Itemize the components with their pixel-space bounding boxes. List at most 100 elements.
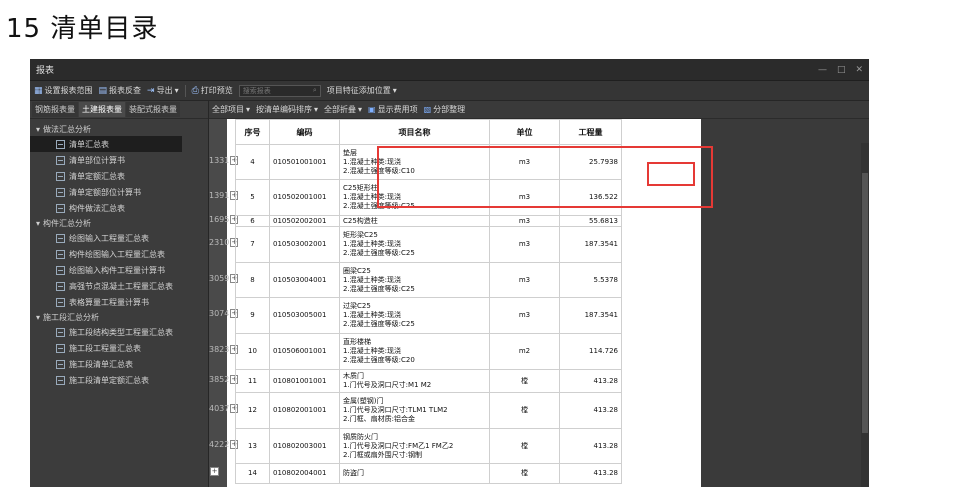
report-lookup-button[interactable]: ▤ 报表反查	[99, 85, 142, 96]
seq-cell: 14	[235, 463, 270, 484]
row-number-label: 3852	[209, 374, 230, 384]
tree-item[interactable]: 施工段工程量汇总表	[30, 340, 208, 356]
tree-item[interactable]: 施工段清单定额汇总表	[30, 372, 208, 388]
unit-cell: 樘	[489, 428, 560, 464]
collapse-icon[interactable]: ▾	[36, 125, 40, 134]
report-icon	[56, 233, 65, 243]
unit-cell: m3	[489, 297, 560, 334]
minimize-icon[interactable]: —	[818, 65, 827, 75]
report-icon	[56, 359, 65, 369]
report-search-box[interactable]: ⌕	[238, 84, 321, 97]
table-row[interactable]: 6 010502002001 C25构造柱 m3 55.6813	[235, 215, 622, 227]
report-icon	[56, 249, 65, 259]
table-row[interactable]: 10 010506001001 直形楼梯 1.混凝土种类:现浇 2.混凝土强度等级:C2…	[235, 333, 622, 370]
chevron-down-icon: ▾	[358, 105, 363, 114]
close-icon[interactable]: ✕	[855, 65, 863, 75]
name-cell: C25矩形柱 1.混凝土种类:现浇 2.混凝土强度等级:C25	[339, 179, 490, 216]
collapse-icon[interactable]: ▾	[36, 313, 40, 322]
expand-icon[interactable]: +	[210, 467, 219, 476]
window-controls: — □ ✕	[818, 65, 863, 75]
set-report-range-button[interactable]: ▦ 设置报表范围	[34, 85, 93, 96]
row-number-label: 1391	[209, 191, 230, 200]
row-number: 4222 +	[209, 439, 239, 449]
item-name-title: C25构造柱	[343, 216, 378, 225]
tree-item[interactable]: 构件做法汇总表	[30, 200, 208, 216]
export-button[interactable]: ⇥ 导出 ▾	[147, 85, 179, 96]
table-row[interactable]: 5 010502001001 C25矩形柱 1.混凝土种类:现浇 2.混凝土强度等级:C…	[235, 179, 622, 216]
section-organize-button[interactable]: ▧ 分部整理	[424, 104, 466, 115]
tree-item[interactable]: 施工段结构类型工程量汇总表	[30, 324, 208, 340]
chevron-down-icon: ▾	[392, 86, 397, 95]
code-cell: 010801001001	[269, 369, 340, 393]
row-number-label: 2310	[209, 238, 230, 247]
table-row[interactable]: 8 010503004001 圈梁C25 1.混凝土种类:现浇 2.混凝土强度等级:C2…	[235, 262, 622, 298]
collapse-all-dropdown[interactable]: 全部折叠 ▾	[324, 104, 362, 115]
seq-cell: 4	[235, 144, 270, 180]
tree-item[interactable]: 高强节点混凝土工程量汇总表	[30, 278, 208, 294]
table-row[interactable]: 13 010802003001 钢质防火门 1.门代号及洞口尺寸:FM乙1 FM乙2 2…	[235, 428, 622, 464]
collapse-icon[interactable]: ▾	[36, 219, 40, 228]
print-preview-button[interactable]: ⎙ 打印预览	[192, 85, 233, 96]
column-header-name[interactable]: 项目名称	[339, 119, 490, 145]
name-cell: 矩形梁C25 1.混凝土种类:现浇 2.混凝土强度等级:C25	[339, 226, 490, 263]
search-icon[interactable]: ⌕	[313, 86, 317, 95]
column-header-qty[interactable]: 工程量	[559, 119, 622, 145]
tree-item[interactable]: 构件绘图输入工程量汇总表	[30, 246, 208, 262]
project-features-position-button[interactable]: 项目特征添加位置 ▾	[327, 85, 397, 96]
table-row[interactable]: 11 010801001001 木质门 1.门代号及洞口尺寸:M1 M2 樘 413.28	[235, 369, 622, 393]
table-row[interactable]: 12 010802001001 金属(塑钢)门 1.门代号及洞口尺寸:TLM1 TLM…	[235, 392, 622, 429]
tree-item[interactable]: 清单部位计算书	[30, 152, 208, 168]
table-row[interactable]: 14 010802004001 防盗门 樘 413.28	[235, 463, 622, 484]
report-subtoolbar: 全部项目 ▾ 按清单编码排序 ▾ 全部折叠 ▾ ▣ 显示费用项 ▧ 分部整理	[209, 101, 869, 119]
code-cell: 010502001001	[269, 179, 340, 216]
scrollbar-thumb[interactable]	[862, 173, 868, 433]
tree-item[interactable]: 施工段清单汇总表	[30, 356, 208, 372]
toolbar-divider	[184, 84, 186, 97]
name-cell: 圈梁C25 1.混凝土种类:现浇 2.混凝土强度等级:C25	[339, 262, 490, 298]
tree-group-method-summary[interactable]: ▾ 做法汇总分析	[30, 122, 208, 136]
tab-civil-report[interactable]: 土建报表量	[79, 102, 125, 117]
chevron-down-icon: ▾	[174, 86, 179, 95]
code-cell: 010501001001	[269, 144, 340, 180]
column-header-seq[interactable]: 序号	[235, 119, 270, 145]
row-number: 3074 +	[209, 309, 239, 318]
code-cell: 010503004001	[269, 262, 340, 298]
quantity-cell: 413.28	[559, 428, 622, 464]
table-header-row: 序号 编码 项目名称 单位 工程量	[235, 119, 622, 145]
tree-item[interactable]: 表格算量工程量计算书	[30, 294, 208, 310]
table-row[interactable]: 9 010503005001 过梁C25 1.混凝土种类:现浇 2.混凝土强度等级:C2…	[235, 297, 622, 334]
lookup-icon: ▤	[98, 85, 108, 96]
report-search-input[interactable]	[242, 86, 303, 95]
chevron-down-icon: ▾	[314, 105, 319, 114]
table-row[interactable]: 7 010503002001 矩形梁C25 1.混凝土种类:现浇 2.混凝土强度等级:C…	[235, 226, 622, 263]
report-icon	[56, 281, 65, 291]
row-number: 1391 +	[209, 191, 239, 200]
tree-item[interactable]: 清单定额汇总表	[30, 168, 208, 184]
sort-by-code-dropdown[interactable]: 按清单编码排序 ▾	[256, 104, 318, 115]
tree-item[interactable]: 清单定额部位计算书	[30, 184, 208, 200]
item-feature-line: 1.混凝土种类:现浇	[343, 240, 402, 248]
item-feature-line: 1.门代号及洞口尺寸:TLM1 TLM2	[343, 406, 448, 414]
export-icon: ⇥	[147, 85, 155, 96]
seq-cell: 5	[235, 179, 270, 216]
all-items-dropdown[interactable]: 全部项目 ▾	[212, 104, 250, 115]
column-header-unit[interactable]: 单位	[489, 119, 560, 145]
item-feature-line: 2.门框、扇材质:铝合金	[343, 415, 416, 423]
column-header-code[interactable]: 编码	[269, 119, 340, 145]
vertical-scrollbar[interactable]	[861, 143, 869, 487]
table-row[interactable]: 4 010501001001 垫层 1.混凝土种类:现浇 2.混凝土强度等级:C10 m3…	[235, 144, 622, 180]
tree-group-section-summary[interactable]: ▾ 施工段汇总分析	[30, 310, 208, 324]
tree-group-component-summary[interactable]: ▾ 构件汇总分析	[30, 216, 208, 230]
window-titlebar: 报表 — □ ✕	[30, 59, 869, 81]
tree-item[interactable]: 绘图输入工程量汇总表	[30, 230, 208, 246]
tree-item-bill-summary[interactable]: 清单汇总表	[30, 136, 182, 152]
tab-prefab-report[interactable]: 装配式报表量	[126, 102, 180, 117]
tree-item[interactable]: 绘图输入构件工程量计算书	[30, 262, 208, 278]
item-name-title: 钢质防火门	[343, 432, 378, 441]
item-feature-line: 1.混凝土种类:现浇	[343, 311, 402, 319]
show-fee-items-button[interactable]: ▣ 显示费用项	[368, 104, 418, 115]
tab-rebar-report[interactable]: 钢筋报表量	[32, 102, 78, 117]
report-content: 全部项目 ▾ 按清单编码排序 ▾ 全部折叠 ▾ ▣ 显示费用项 ▧ 分部整理 1331 +1…	[209, 101, 869, 487]
maximize-icon[interactable]: □	[837, 65, 846, 75]
report-icon	[56, 265, 65, 275]
